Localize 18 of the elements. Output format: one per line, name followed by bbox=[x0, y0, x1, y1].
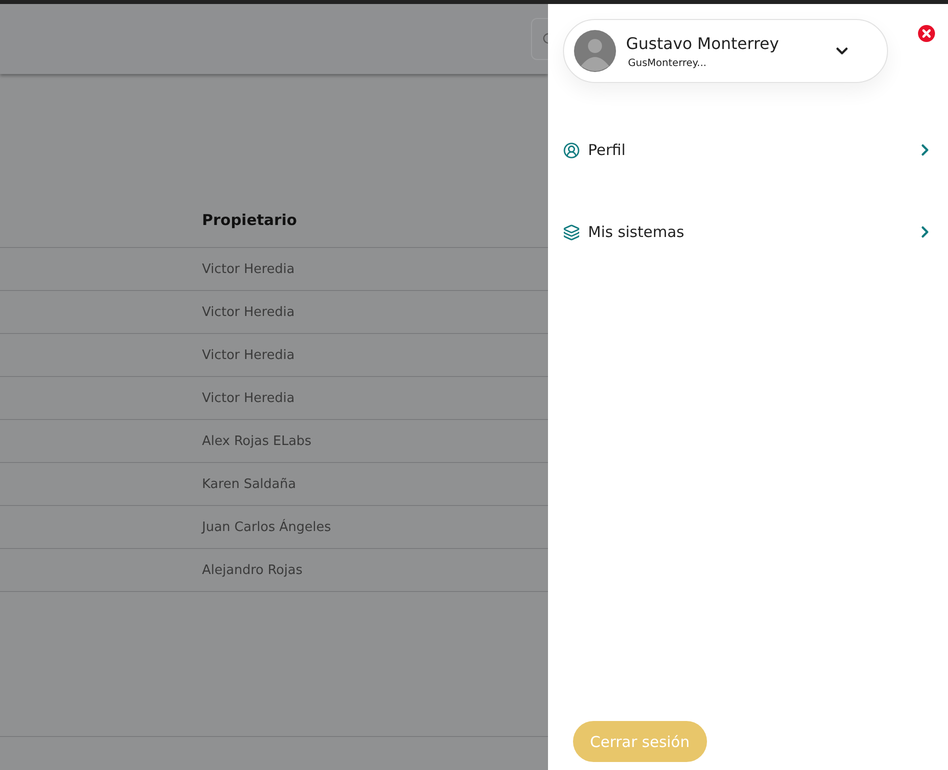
user-name: Gustavo Monterrey bbox=[626, 34, 780, 52]
user-circle-icon bbox=[563, 142, 580, 158]
username: GusMonterrey... bbox=[628, 58, 708, 68]
user-menu[interactable]: Gustavo Monterrey GusMonterrey... bbox=[563, 19, 888, 83]
layers-icon bbox=[563, 224, 580, 240]
table-cell: Victor Heredia bbox=[202, 304, 295, 320]
table-cell: Alex Rojas ELabs bbox=[202, 434, 312, 448]
table-cell: Alejandro Rojas bbox=[202, 562, 302, 578]
table-cell: Karen Saldaña bbox=[202, 476, 296, 492]
menu-item[interactable]: Mis sistemas bbox=[563, 217, 938, 247]
table-cell: Victor Heredia bbox=[202, 390, 295, 406]
column-header: Propietario bbox=[202, 210, 297, 228]
menu-item[interactable]: Perfil bbox=[563, 135, 938, 165]
table-cell: Juan Carlos Ángeles bbox=[202, 520, 332, 534]
table-cell: Victor Heredia bbox=[202, 262, 295, 276]
avatar-icon bbox=[574, 30, 616, 72]
close-icon[interactable] bbox=[918, 25, 935, 42]
table-cell: Victor Heredia bbox=[202, 348, 295, 362]
